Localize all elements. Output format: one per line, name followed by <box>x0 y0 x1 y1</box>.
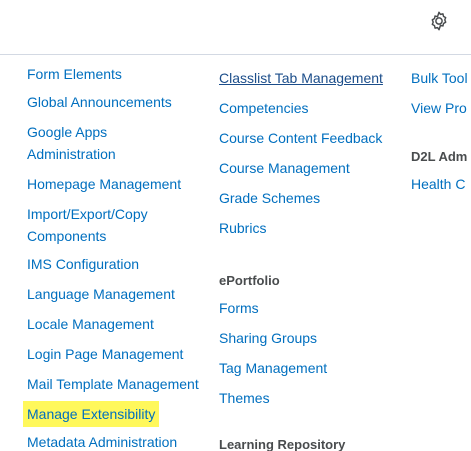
link-classlist-tab-management[interactable]: Classlist Tab Management <box>219 67 383 89</box>
link-competencies[interactable]: Competencies <box>219 97 309 119</box>
link-language-management[interactable]: Language Management <box>27 283 175 305</box>
link-ims-configuration[interactable]: IMS Configuration <box>27 253 139 275</box>
link-global-announcements[interactable]: Global Announcements <box>27 91 172 113</box>
heading-d2l-admin: D2L Adm <box>411 149 468 164</box>
link-health-check[interactable]: Health C <box>411 173 465 195</box>
link-course-management[interactable]: Course Management <box>219 157 350 179</box>
link-mail-template-management[interactable]: Mail Template Management <box>27 373 199 395</box>
admin-tools-dropdown: Form Elements Global Announcements Googl… <box>0 54 471 451</box>
link-homepage-management[interactable]: Homepage Management <box>27 173 181 195</box>
link-tag-management[interactable]: Tag Management <box>219 357 327 379</box>
link-login-page-management[interactable]: Login Page Management <box>27 343 183 365</box>
heading-learning-repository: Learning Repository <box>219 437 346 451</box>
link-view-pro[interactable]: View Pro <box>411 97 467 119</box>
link-manage-extensibility[interactable]: Manage Extensibility <box>23 401 160 427</box>
link-import-export-copy-components[interactable]: Import/Export/Copy Components <box>27 203 177 247</box>
link-metadata-administration[interactable]: Metadata Administration <box>27 431 177 451</box>
link-google-apps-administration[interactable]: Google Apps Administration <box>27 121 152 165</box>
link-sharing-groups[interactable]: Sharing Groups <box>219 327 317 349</box>
link-form-elements[interactable]: Form Elements <box>27 63 122 85</box>
gear-icon[interactable] <box>428 10 450 32</box>
link-eportfolio-forms[interactable]: Forms <box>219 297 259 319</box>
link-locale-management[interactable]: Locale Management <box>27 313 154 335</box>
link-rubrics[interactable]: Rubrics <box>219 217 266 239</box>
link-grade-schemes[interactable]: Grade Schemes <box>219 187 320 209</box>
link-themes[interactable]: Themes <box>219 387 270 409</box>
link-course-content-feedback[interactable]: Course Content Feedback <box>219 127 382 149</box>
link-bulk-tool[interactable]: Bulk Tool <box>411 67 468 89</box>
heading-eportfolio: ePortfolio <box>219 273 280 288</box>
